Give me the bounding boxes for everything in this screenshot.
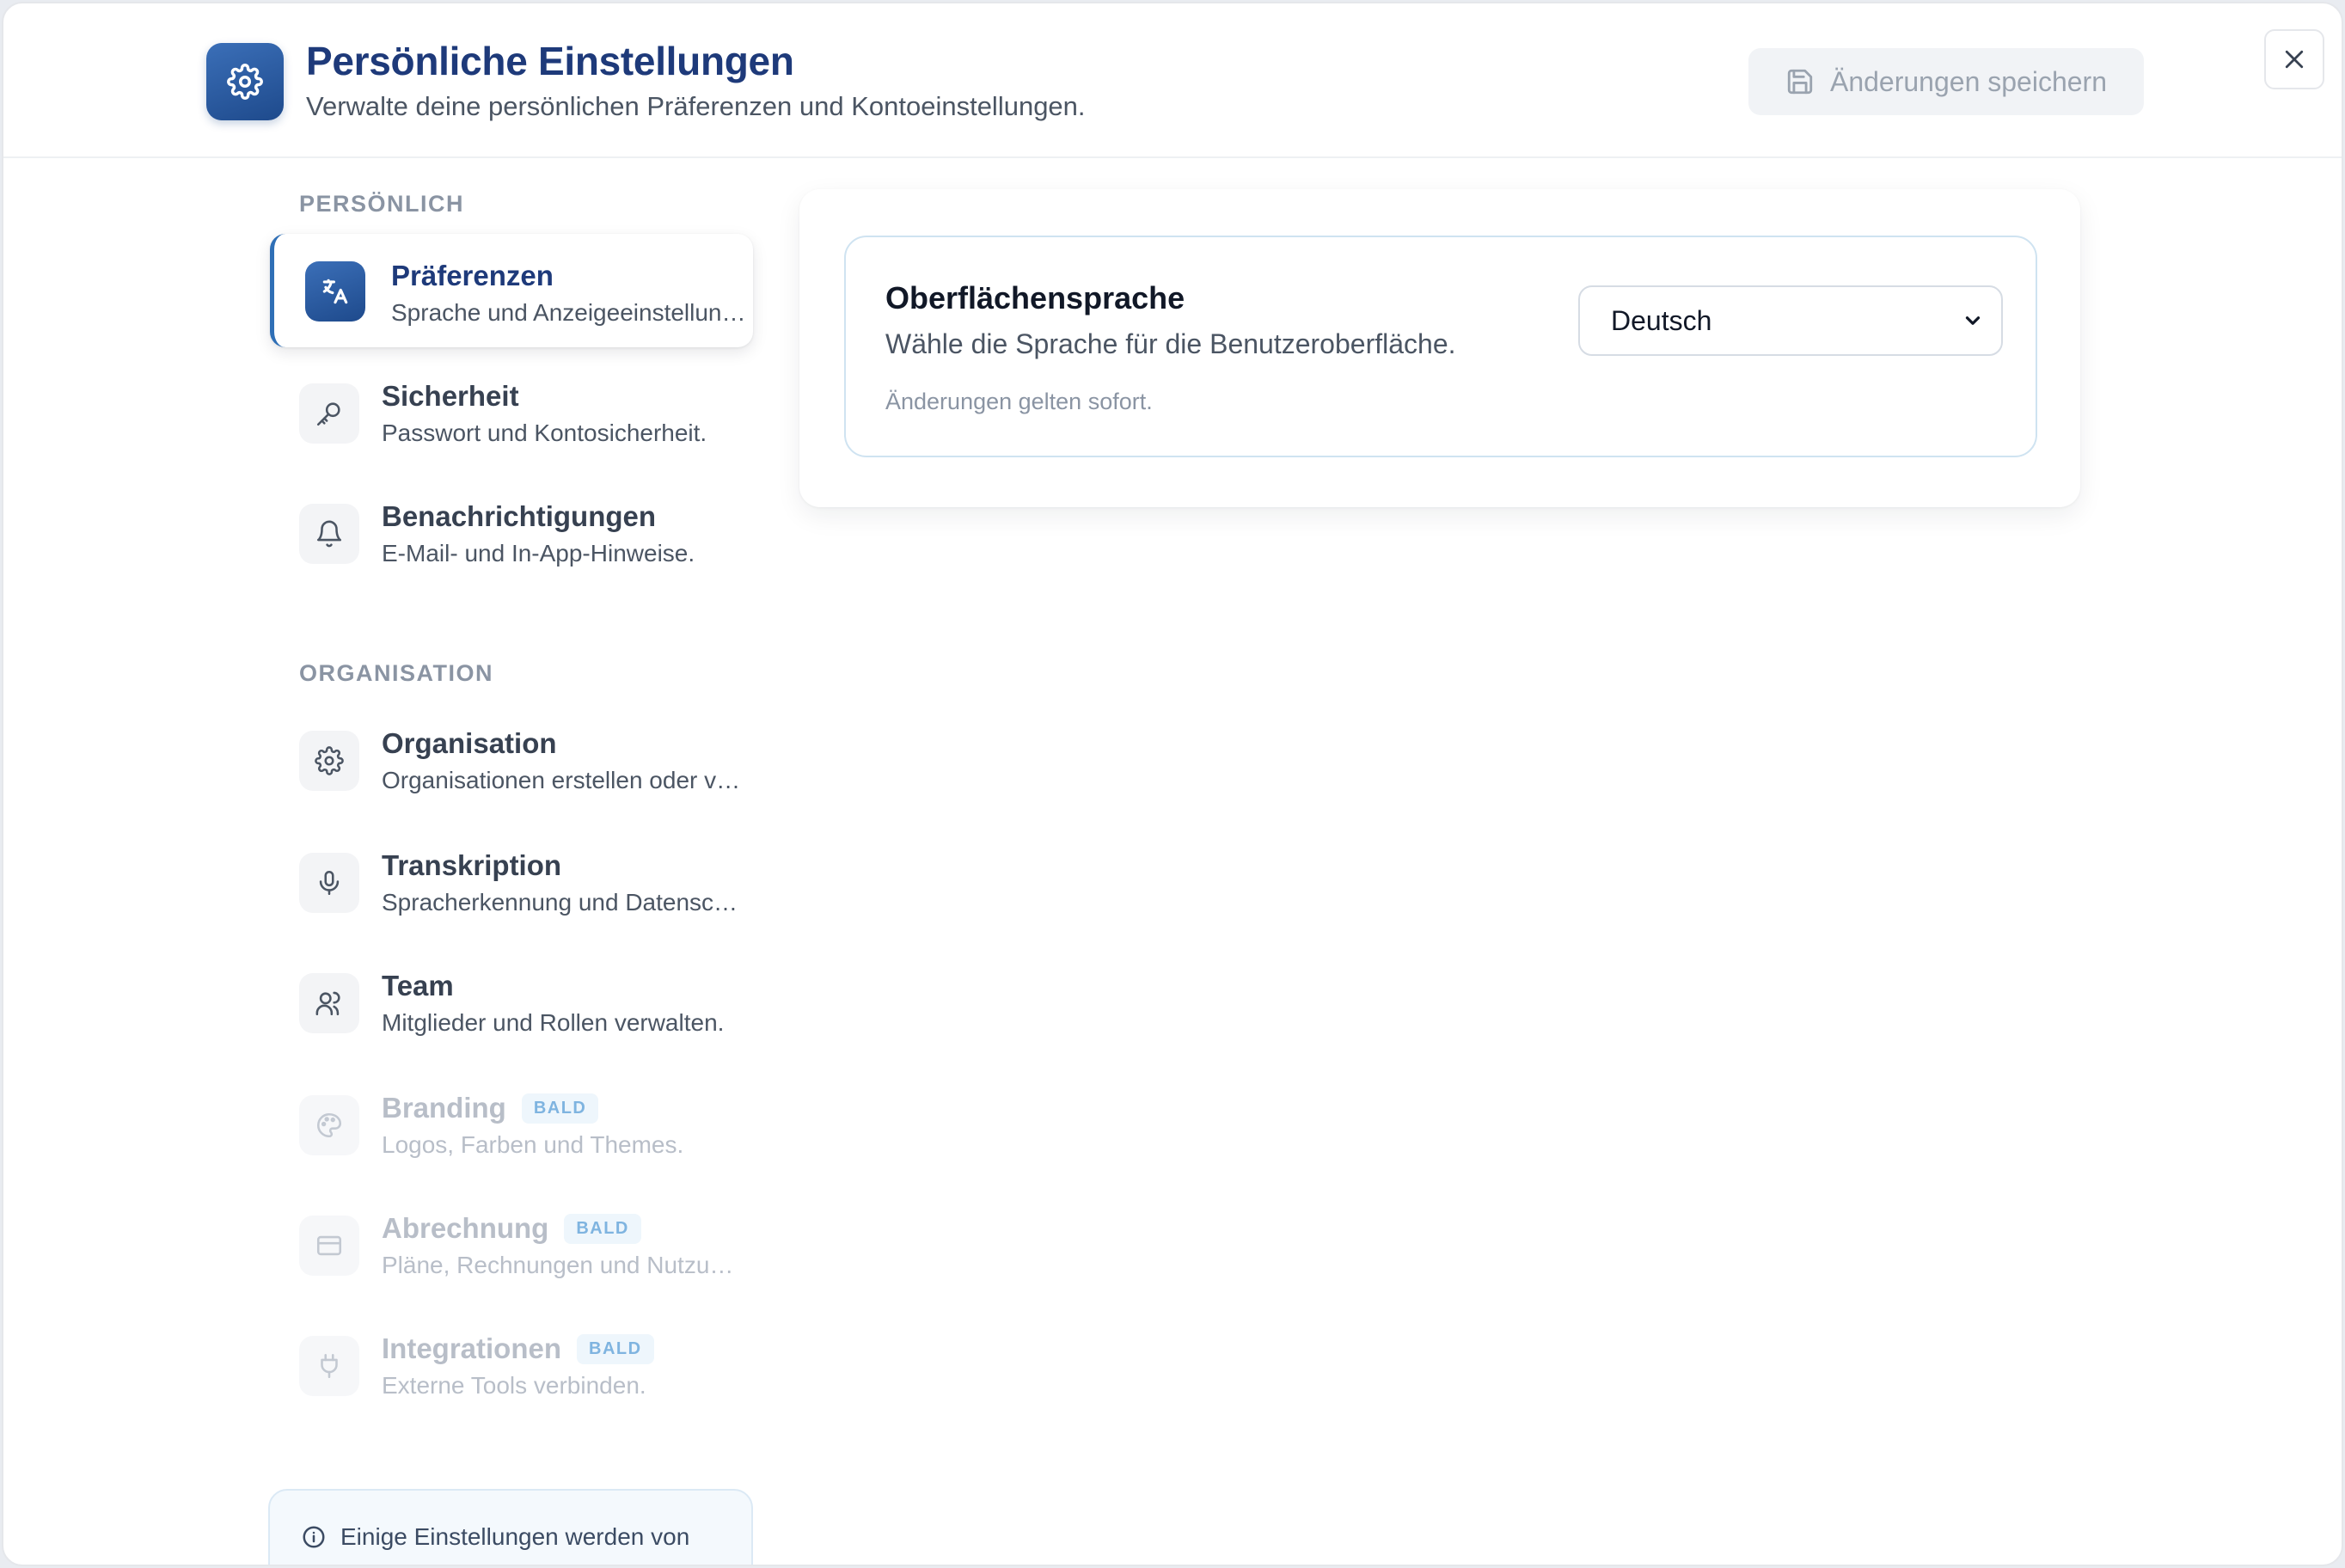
setting-description: Wähle die Sprache für die Benutzeroberfl… bbox=[885, 328, 1456, 359]
sidebar-item-title: Branding BALD bbox=[382, 1092, 599, 1124]
sidebar-item-subtitle: Spracherkennung und Datenschutz. bbox=[382, 889, 743, 916]
coming-soon-badge: BALD bbox=[577, 1333, 654, 1364]
sidebar-item-security[interactable]: Sicherheit Passwort und Kontosicherheit. bbox=[270, 354, 753, 468]
save-changes-button[interactable]: Änderungen speichern bbox=[1748, 48, 2144, 115]
sidebar-item-subtitle: Logos, Farben und Themes. bbox=[382, 1131, 684, 1158]
gear-icon bbox=[206, 43, 284, 120]
interface-language-setting: Oberflächensprache Wähle die Sprache für… bbox=[844, 236, 2037, 457]
sidebar-item-title: Sicherheit bbox=[382, 380, 519, 412]
save-icon bbox=[1785, 67, 1815, 96]
sidebar-item-notifications[interactable]: Benachrichtigungen E-Mail- und In-App-Hi… bbox=[270, 475, 753, 588]
setting-title: Oberflächensprache bbox=[885, 280, 1185, 315]
sidebar-item-integrations: Integrationen BALD Externe Tools verbind… bbox=[270, 1307, 753, 1420]
sidebar-item-subtitle: E-Mail- und In-App-Hinweise. bbox=[382, 540, 695, 567]
palette-icon bbox=[299, 1095, 359, 1155]
sidebar-item-subtitle: Sprache und Anzeigeeinstellungen. bbox=[391, 299, 752, 326]
credit-card-icon bbox=[299, 1216, 359, 1276]
close-button[interactable] bbox=[2264, 29, 2324, 89]
sidebar-item-subtitle: Organisationen erstellen oder verwalten. bbox=[382, 767, 743, 793]
sidebar-item-organisation[interactable]: Organisation Organisationen erstellen od… bbox=[270, 701, 753, 815]
settings-modal: Persönliche Einstellungen Verwalte deine… bbox=[2, 2, 2343, 1566]
setting-hint: Änderungen gelten sofort. bbox=[885, 389, 1153, 414]
users-icon bbox=[299, 973, 359, 1033]
sidebar-item-title: Team bbox=[382, 970, 454, 1001]
section-label-organisation: ORGANISATION bbox=[299, 660, 493, 686]
preferences-panel: Oberflächensprache Wähle die Sprache für… bbox=[799, 189, 2080, 507]
save-button-label: Änderungen speichern bbox=[1829, 65, 2107, 97]
gear-icon bbox=[299, 731, 359, 791]
chevron-down-icon bbox=[1962, 309, 1984, 332]
language-select-value: Deutsch bbox=[1611, 304, 1712, 336]
info-notice: Einige Einstellungen werden von bbox=[268, 1489, 753, 1565]
sidebar-item-subtitle: Externe Tools verbinden. bbox=[382, 1372, 646, 1399]
sidebar-item-subtitle: Pläne, Rechnungen und Nutzung. bbox=[382, 1252, 743, 1278]
sidebar-item-billing: Abrechnung BALD Pläne, Rechnungen und Nu… bbox=[270, 1186, 753, 1300]
language-select[interactable]: Deutsch bbox=[1578, 285, 2003, 356]
coming-soon-badge: BALD bbox=[521, 1093, 599, 1124]
info-icon bbox=[301, 1524, 327, 1550]
coming-soon-badge: BALD bbox=[564, 1213, 641, 1244]
page-subtitle: Verwalte deine persönlichen Präferenzen … bbox=[306, 91, 1086, 121]
sidebar-item-title: Präferenzen bbox=[391, 260, 554, 291]
close-icon bbox=[2281, 46, 2307, 72]
sidebar-item-title: Benachrichtigungen bbox=[382, 500, 657, 532]
sidebar-item-title: Transkription bbox=[382, 849, 562, 881]
microphone-icon bbox=[299, 853, 359, 913]
bell-icon bbox=[299, 504, 359, 564]
translate-icon bbox=[305, 261, 365, 322]
sidebar-item-title: Organisation bbox=[382, 727, 557, 759]
sidebar-item-branding: Branding BALD Logos, Farben und Themes. bbox=[270, 1066, 753, 1179]
sidebar-item-title: Integrationen BALD bbox=[382, 1332, 654, 1365]
modal-header: Persönliche Einstellungen Verwalte deine… bbox=[3, 3, 2342, 158]
info-text: Einige Einstellungen werden von bbox=[340, 1523, 690, 1550]
key-icon bbox=[299, 383, 359, 444]
page-title: Persönliche Einstellungen bbox=[306, 39, 794, 83]
sidebar-item-team[interactable]: Team Mitglieder und Rollen verwalten. bbox=[270, 944, 753, 1057]
sidebar-item-transcription[interactable]: Transkription Spracherkennung und Datens… bbox=[270, 824, 753, 937]
plug-icon bbox=[299, 1336, 359, 1396]
sidebar-item-subtitle: Passwort und Kontosicherheit. bbox=[382, 420, 707, 446]
sidebar-item-preferences[interactable]: Präferenzen Sprache und Anzeigeeinstellu… bbox=[270, 234, 753, 347]
section-label-personal: PERSÖNLICH bbox=[299, 191, 465, 217]
sidebar-item-title: Abrechnung BALD bbox=[382, 1212, 641, 1245]
sidebar-item-subtitle: Mitglieder und Rollen verwalten. bbox=[382, 1009, 725, 1036]
